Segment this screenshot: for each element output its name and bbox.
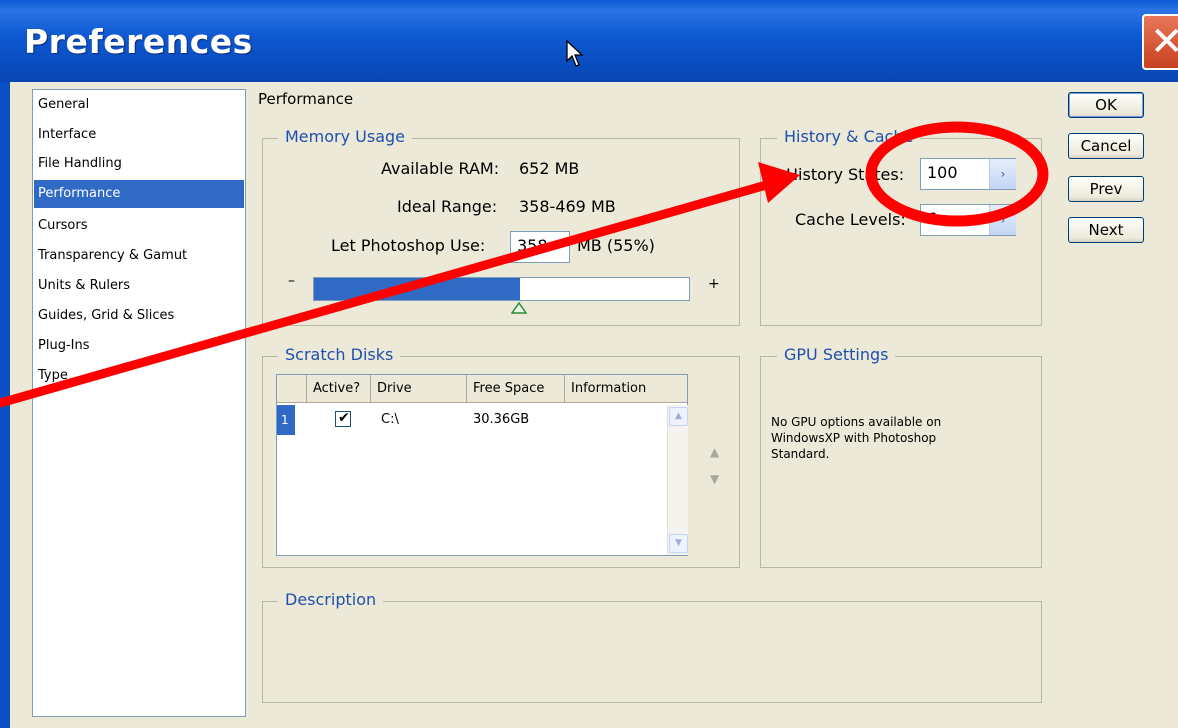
available-ram-value: 652 MB	[519, 159, 580, 178]
description-group	[262, 601, 1042, 703]
category-general[interactable]: General	[34, 91, 244, 119]
category-cursors[interactable]: Cursors	[34, 212, 244, 240]
cancel-button[interactable]: Cancel	[1068, 133, 1144, 159]
ideal-range-value: 358-469 MB	[519, 197, 616, 216]
prev-button[interactable]: Prev	[1068, 176, 1144, 202]
category-plug-ins[interactable]: Plug-Ins	[34, 332, 244, 360]
gpu-message-line3: Standard.	[771, 447, 830, 461]
title-bar[interactable]: Preferences ✕	[0, 0, 1178, 82]
scroll-down-icon[interactable]: ▼	[669, 534, 688, 553]
memory-slider[interactable]	[313, 277, 690, 301]
free-space-cell: 30.36GB	[473, 412, 530, 427]
close-button[interactable]: ✕	[1142, 14, 1178, 70]
history-states-label: History States:	[786, 165, 905, 184]
history-cache-title: History & Cache	[777, 127, 921, 146]
ok-button[interactable]: OK	[1068, 92, 1144, 118]
category-guides-grid-slices[interactable]: Guides, Grid & Slices	[34, 302, 244, 330]
column-header-index	[277, 375, 307, 403]
photoshop-use-label: Let Photoshop Use:	[331, 236, 486, 255]
gpu-message-line1: No GPU options available on	[771, 415, 942, 429]
cache-levels-arrow-icon[interactable]: ›	[989, 205, 1016, 235]
window-title: Preferences	[24, 22, 253, 61]
category-type[interactable]: Type	[34, 362, 244, 390]
row-index: 1	[281, 413, 289, 427]
description-title: Description	[278, 590, 384, 609]
increase-sign: +	[708, 276, 720, 292]
table-scrollbar[interactable]: ▲ ▼	[667, 405, 688, 555]
category-transparency-gamut[interactable]: Transparency & Gamut	[34, 242, 244, 270]
checkmark-icon: ✔	[338, 410, 350, 426]
close-icon: ✕	[1150, 19, 1178, 65]
move-down-icon[interactable]: ▼	[710, 472, 719, 486]
available-ram-label: Available RAM:	[381, 159, 500, 178]
column-header-drive[interactable]: Drive	[371, 375, 467, 403]
memory-use-input[interactable]: 358	[510, 231, 570, 263]
category-units-rulers[interactable]: Units & Rulers	[34, 272, 244, 300]
drive-cell: C:\	[381, 412, 399, 427]
memory-percent-label: MB (55%)	[577, 236, 655, 255]
ideal-range-label: Ideal Range:	[397, 197, 498, 216]
category-interface[interactable]: Interface	[34, 121, 244, 149]
next-button[interactable]: Next	[1068, 217, 1144, 243]
cache-levels-input[interactable]: 6 ›	[920, 204, 1016, 236]
category-performance[interactable]: Performance	[34, 180, 244, 208]
window-frame	[0, 82, 10, 728]
category-list[interactable]: General Interface File Handling Performa…	[32, 89, 246, 717]
scratch-disks-title: Scratch Disks	[278, 345, 401, 364]
scroll-up-icon[interactable]: ▲	[669, 407, 688, 426]
memory-slider-thumb[interactable]	[511, 302, 527, 314]
page-title: Performance	[258, 90, 354, 108]
memory-slider-fill	[314, 278, 520, 300]
cache-levels-value: 6	[927, 209, 938, 228]
scratch-disk-table[interactable]: Active? Drive Free Space Information 1 ✔…	[276, 374, 688, 556]
column-header-information[interactable]: Information	[565, 375, 687, 403]
memory-usage-title: Memory Usage	[278, 127, 413, 146]
gpu-settings-group	[760, 356, 1042, 568]
column-header-active[interactable]: Active?	[307, 375, 371, 403]
gpu-message-line2: WindowsXP with Photoshop	[771, 431, 937, 445]
cache-levels-label: Cache Levels:	[795, 210, 906, 229]
gpu-settings-title: GPU Settings	[777, 345, 896, 364]
active-checkbox[interactable]: ✔	[335, 410, 351, 427]
decrease-sign: –	[288, 273, 295, 289]
mouse-cursor-icon	[566, 40, 584, 67]
move-up-icon[interactable]: ▲	[710, 445, 719, 459]
history-states-input[interactable]: 100 ›	[920, 158, 1016, 190]
category-file-handling[interactable]: File Handling	[34, 150, 244, 178]
row-index-cell[interactable]: 1	[277, 405, 295, 435]
history-states-value: 100	[927, 163, 958, 182]
column-header-free-space[interactable]: Free Space	[467, 375, 565, 403]
history-states-arrow-icon[interactable]: ›	[989, 159, 1016, 189]
